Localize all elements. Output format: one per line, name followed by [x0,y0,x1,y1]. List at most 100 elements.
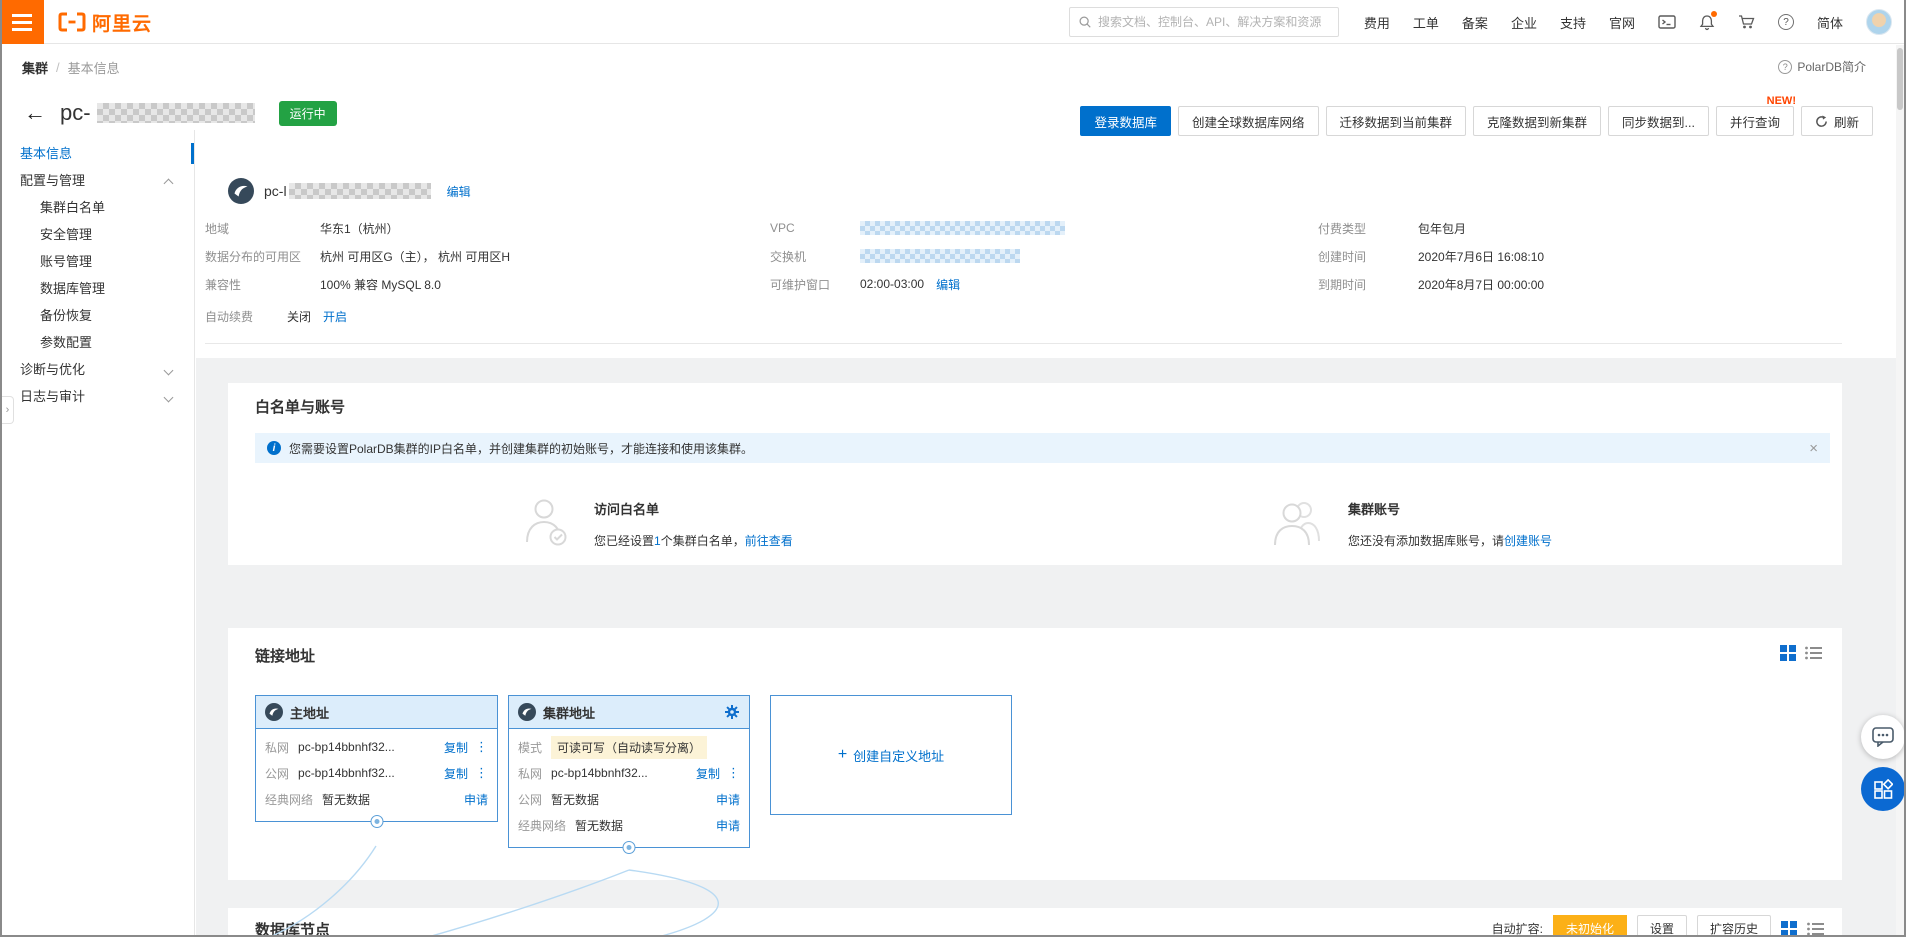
notification-bell-icon[interactable] [1699,10,1717,31]
primary-private-row: 私网 pc-bp14bbnhf32... 复制 ⋮ [265,739,488,756]
global-search[interactable] [1069,7,1339,37]
primary-classic-row: 经典网络 暂无数据 申请 [265,791,488,808]
sidebar-item-parameter-config[interactable]: 参数配置 [0,329,194,356]
user-avatar[interactable] [1866,9,1892,35]
autoscale-status-badge[interactable]: 未初始化 [1552,915,1627,937]
renew-label: 自动续费 [205,309,254,324]
search-input[interactable] [1098,15,1330,29]
nav-support[interactable]: 支持 [1560,13,1586,32]
app-shortcuts-button[interactable] [1861,767,1905,811]
setup-info-alert: i 您需要设置PolarDB集群的IP白名单，并创建集群的初始账号，才能连接和使… [255,433,1830,463]
status-badge: 运行中 [278,100,337,126]
primary-address-header: 主地址 [256,696,497,729]
people-icon [1274,502,1320,546]
aliyun-logo[interactable]: 阿里云 [58,0,152,44]
create-custom-address-card[interactable]: + 创建自定义地址 [770,695,1012,815]
section-divider [205,343,1842,344]
view-whitelist-link[interactable]: 前往查看 [745,534,793,548]
sidebar-item-account-management[interactable]: 账号管理 [0,248,194,275]
cluster-name-row: pc-l 编辑 [228,176,471,206]
clone-data-button[interactable]: 克隆数据到新集群 [1473,106,1602,136]
enable-renew-link[interactable]: 开启 [323,308,347,325]
pay-type-value: 包年包月 [1418,221,1467,236]
grid-view-icon[interactable] [1780,645,1796,661]
migrate-data-button[interactable]: 迁移数据到当前集群 [1325,106,1467,136]
apply-link[interactable]: 申请 [464,791,488,808]
gear-icon[interactable] [724,704,740,720]
masked-vpc-id [860,221,1065,235]
sidebar-collapse-handle[interactable]: › [2,396,14,424]
sidebar-group-config-management[interactable]: 配置与管理 [0,167,194,194]
scale-history-button[interactable]: 扩容历史 [1696,915,1771,937]
new-badge: NEW! [1766,95,1796,107]
chat-bubble-icon [1872,727,1894,747]
more-actions-icon[interactable]: ⋮ [727,765,740,781]
edit-window-link[interactable]: 编辑 [936,276,960,293]
refresh-icon [1816,114,1827,127]
refresh-button[interactable]: 刷新 [1800,106,1873,136]
hamburger-menu-icon[interactable] [0,0,44,44]
sidebar-item-cluster-whitelist[interactable]: 集群白名单 [0,194,194,221]
cluster-address-header: 集群地址 [509,696,749,729]
plus-icon: + [837,746,848,763]
locale-switcher[interactable]: 简体 [1817,13,1843,32]
sidebar-group-diagnosis-optimization[interactable]: 诊断与优化 [0,356,194,383]
polardb-console-page: 阿里云 费用 工单 备案 企业 支持 官网 [0,0,1906,937]
copy-link[interactable]: 复制 [444,765,468,782]
cart-icon[interactable] [1738,14,1755,30]
help-icon[interactable]: ? [1777,14,1794,30]
feedback-chat-button[interactable] [1861,715,1905,759]
sidebar-item-database-management[interactable]: 数据库管理 [0,275,194,302]
polardb-intro-link[interactable]: ? PolarDB简介 [1778,58,1866,75]
apply-link[interactable]: 申请 [716,791,740,808]
nav-enterprise[interactable]: 企业 [1511,13,1537,32]
sync-data-button[interactable]: 同步数据到... [1608,106,1709,136]
more-actions-icon[interactable]: ⋮ [475,739,488,755]
parallel-query-button[interactable]: 并行查询 [1715,106,1794,136]
back-arrow-icon[interactable]: ← [24,102,46,124]
edit-name-link[interactable]: 编辑 [447,183,471,200]
more-actions-icon[interactable]: ⋮ [475,765,488,781]
alert-text: 您需要设置PolarDB集群的IP白名单，并创建集群的初始账号，才能连接和使用该… [289,441,754,456]
polardb-icon [518,703,536,721]
sidebar-item-backup-restore[interactable]: 备份恢复 [0,302,194,329]
chevron-down-icon [163,365,174,376]
window-value: 02:00-03:00 [860,277,925,291]
close-icon[interactable]: × [1809,441,1818,456]
sidebar-group-logs-audit[interactable]: 日志与审计 [0,383,194,410]
apply-link[interactable]: 申请 [716,817,740,834]
address-cards-row: 主地址 私网 pc-bp14bbnhf32... 复制 ⋮ 公网 pc-bp14… [255,695,1012,854]
breadcrumb-clusters[interactable]: 集群 [22,58,48,77]
addresses-card-title: 链接地址 [255,648,316,665]
create-account-link[interactable]: 创建账号 [1504,534,1552,548]
nav-icp[interactable]: 备案 [1462,13,1488,32]
nav-billing[interactable]: 费用 [1364,13,1390,32]
access-whitelist-block: 访问白名单 您已经设置1个集群白名单，前往查看 [228,495,1035,551]
scrollbar-thumb[interactable] [1897,48,1903,110]
create-gdn-button[interactable]: 创建全球数据库网络 [1178,106,1319,136]
copy-link[interactable]: 复制 [444,739,468,756]
cloudshell-terminal-icon[interactable] [1658,14,1676,30]
primary-address-connector [370,815,383,828]
list-view-icon[interactable] [1807,921,1824,937]
compat-label: 兼容性 [205,277,242,292]
cluster-public-row: 公网 暂无数据 申请 [518,791,740,808]
top-navbar: 阿里云 费用 工单 备案 企业 支持 官网 [0,0,1906,44]
masked-cluster-id [96,103,255,123]
nav-tickets[interactable]: 工单 [1413,13,1439,32]
app-grid-icon [1874,779,1893,799]
zones-label: 数据分布的可用区 [205,249,302,264]
list-view-icon[interactable] [1805,645,1822,661]
autoscale-settings-button[interactable]: 设置 [1636,915,1687,937]
renew-value: 关闭 [287,309,312,324]
sidebar-item-basic-info[interactable]: 基本信息 [0,140,194,167]
created-label: 创建时间 [1318,249,1367,264]
grid-view-icon[interactable] [1781,920,1797,937]
cluster-address-card: 集群地址 模式 可读可写（自动读写分离） 私网 pc-bp14bbnhf32..… [508,695,750,854]
nav-website[interactable]: 官网 [1609,13,1635,32]
chevron-up-icon [163,178,174,189]
sidebar-item-security-management[interactable]: 安全管理 [0,221,194,248]
login-database-button[interactable]: 登录数据库 [1080,106,1171,136]
copy-link[interactable]: 复制 [696,765,720,782]
cluster-accounts-title: 集群账号 [1348,502,1401,517]
